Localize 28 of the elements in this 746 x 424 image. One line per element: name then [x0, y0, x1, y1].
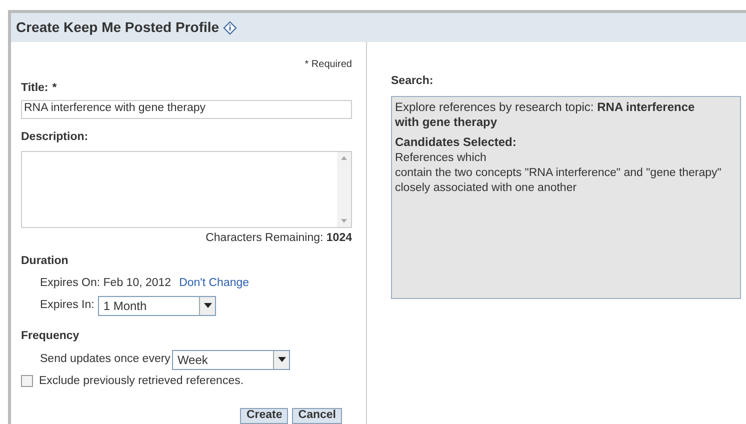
section-heading: Frequency: [21, 328, 80, 344]
dont-change-link[interactable]: Don't Change: [179, 275, 250, 292]
topic-text: Explore references by research topic: RNA interference with gene therapy: [395, 100, 696, 130]
field-label: Title:: [21, 81, 48, 96]
candidates-text: contain the two concepts "RNA interference" and "gene therapy" closely associated with one another: [395, 166, 722, 196]
checkbox[interactable]: [21, 375, 33, 388]
field-label: Send updates once every: [40, 352, 170, 368]
cancel-button[interactable]: Cancel: [292, 408, 342, 424]
expires-on-text: Expires On: Feb 10, 2012: [40, 276, 172, 292]
dialog-title: Create Keep Me Posted Profile: [16, 18, 220, 38]
info-icon[interactable]: [223, 20, 238, 35]
scroll-down-icon[interactable]: [341, 218, 347, 223]
required-note: * Required: [304, 58, 352, 72]
characters-remaining: Characters Remaining: 1024: [206, 230, 352, 246]
candidates-text: References which: [395, 150, 488, 166]
field-label: Expires In:: [40, 298, 94, 313]
section-heading: Duration: [21, 254, 70, 269]
scroll-up-icon[interactable]: [341, 156, 347, 160]
search-label: Search:: [391, 74, 434, 90]
required-mark: *: [52, 81, 57, 96]
field-label: Description:: [21, 130, 90, 144]
candidates-heading: Candidates Selected:: [395, 134, 518, 150]
expires-in-dropdown[interactable]: 1 Month: [98, 296, 216, 316]
description-field[interactable]: [21, 150, 352, 228]
checkbox-label: Exclude previously retrieved references.: [39, 374, 244, 389]
create-button[interactable]: Create: [240, 408, 288, 424]
frequency-dropdown[interactable]: Week: [172, 350, 290, 370]
title-field[interactable]: RNA interference with gene therapy: [21, 100, 352, 118]
